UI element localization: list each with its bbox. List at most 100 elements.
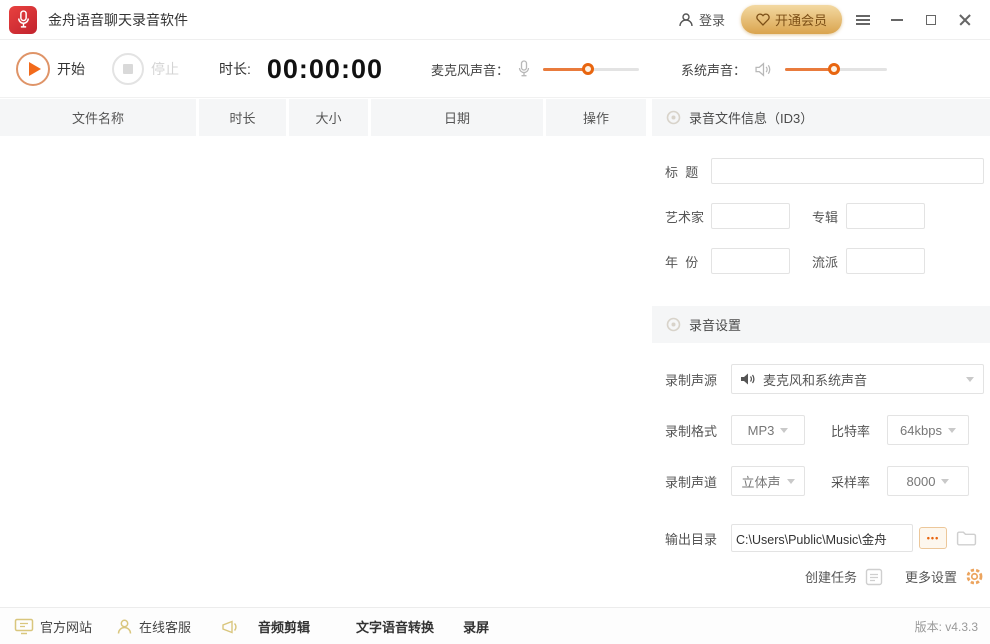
output-dir-label: 输出目录 — [665, 531, 718, 547]
format-value: MP3 — [747, 422, 775, 438]
samplerate-value: 8000 — [906, 473, 936, 489]
chevron-down-icon — [780, 427, 789, 433]
source-dropdown[interactable]: 麦克风和系统声音 — [731, 364, 984, 394]
mic-slider-handle[interactable] — [582, 63, 595, 75]
tts-label: 文字语音转换 — [356, 619, 435, 635]
vip-heart-icon — [756, 13, 770, 26]
col-header-filename: 文件名称 — [0, 99, 196, 136]
year-input[interactable] — [711, 248, 790, 274]
bitrate-label: 比特率 — [831, 423, 871, 439]
app-window: 金舟语音聊天录音软件 登录 开通会员 开始 停止 时长: 00:00:00 麦克… — [0, 0, 990, 644]
title-field-label: 标 题 — [665, 164, 699, 180]
duration-value: 00:00:00 — [266, 53, 383, 84]
genre-field-label: 流派 — [812, 254, 839, 270]
official-website-link[interactable]: 官方网站 — [14, 617, 92, 636]
col-header-action: 操作 — [546, 99, 646, 136]
audio-edit-label: 音频剪辑 — [258, 619, 311, 635]
samplerate-label: 采样率 — [831, 474, 871, 490]
stop-label: 停止 — [151, 61, 179, 77]
system-slider-handle[interactable] — [827, 63, 840, 75]
artist-field-label: 艺术家 — [665, 209, 705, 225]
official-website-label: 官方网站 — [40, 619, 93, 635]
app-title: 金舟语音聊天录音软件 — [48, 11, 188, 28]
play-icon — [16, 52, 50, 86]
login-label: 登录 — [698, 13, 725, 28]
album-field-label: 专辑 — [812, 209, 839, 225]
settings-section-header: 录音设置 — [652, 306, 990, 343]
chevron-down-icon — [941, 478, 950, 484]
customer-service-icon — [117, 619, 132, 634]
source-value: 麦克风和系统声音 — [763, 372, 868, 388]
recordings-table: 文件名称 时长 大小 日期 操作 — [0, 99, 646, 607]
col-header-date: 日期 — [371, 99, 543, 136]
online-support-label: 在线客服 — [139, 619, 192, 635]
artist-input[interactable] — [711, 203, 790, 229]
vip-button[interactable]: 开通会员 — [740, 5, 842, 34]
mic-volume-slider[interactable] — [543, 63, 639, 75]
system-volume-slider[interactable] — [785, 63, 888, 75]
horn-icon — [222, 619, 237, 634]
settings-disc-icon — [666, 317, 681, 332]
col-header-size: 大小 — [289, 99, 368, 136]
gear-icon[interactable] — [965, 567, 984, 586]
mic-logo-icon — [17, 10, 29, 28]
col-header-duration: 时长 — [199, 99, 286, 136]
system-volume-label: 系统声音： — [681, 62, 747, 78]
menu-button[interactable] — [850, 7, 876, 33]
speaker-icon — [755, 61, 772, 77]
speaker-small-icon — [741, 373, 755, 385]
monitor-icon — [14, 618, 34, 634]
person-icon — [679, 12, 693, 26]
samplerate-dropdown[interactable]: 8000 — [887, 466, 969, 496]
bitrate-dropdown[interactable]: 64kbps — [887, 415, 969, 445]
channel-dropdown[interactable]: 立体声 — [731, 466, 805, 496]
id3-section-title: 录音文件信息（ID3） — [689, 111, 814, 126]
bitrate-value: 64kbps — [900, 422, 942, 438]
close-button[interactable] — [952, 7, 978, 33]
maximize-icon — [926, 14, 936, 25]
right-panel: 录音文件信息（ID3） 标 题 艺术家 专辑 年 份 流派 录音设置 录制声源 … — [652, 99, 990, 607]
duration-label: 时长: — [219, 61, 251, 77]
tts-link[interactable]: 文字语音转换 — [356, 617, 434, 636]
start-label: 开始 — [57, 61, 85, 77]
close-icon — [959, 14, 971, 26]
settings-section-title: 录音设置 — [689, 318, 742, 333]
audio-edit-link[interactable]: 音频剪辑 — [258, 617, 310, 636]
chevron-down-icon — [947, 427, 956, 433]
minimize-icon — [891, 18, 903, 21]
start-record-button[interactable]: 开始 — [0, 52, 85, 86]
browse-button[interactable]: ••• — [919, 527, 947, 549]
title-input[interactable] — [711, 158, 984, 184]
id3-section-header: 录音文件信息（ID3） — [652, 99, 990, 136]
online-support-link[interactable]: 在线客服 — [116, 617, 191, 636]
album-input[interactable] — [846, 203, 925, 229]
source-label: 录制声源 — [665, 372, 718, 388]
more-settings-link[interactable]: 更多设置 — [905, 567, 957, 586]
vip-label: 开通会员 — [774, 13, 827, 28]
screen-record-link[interactable]: 录屏 — [463, 617, 489, 636]
maximize-button[interactable] — [918, 7, 944, 33]
footer-bar: 官方网站 在线客服 音频剪辑 文字语音转换 录屏 版本: v4.3.3 — [0, 607, 990, 644]
promo-horn[interactable] — [221, 618, 239, 635]
table-header-row: 文件名称 时长 大小 日期 操作 — [0, 99, 646, 136]
format-label: 录制格式 — [665, 423, 718, 439]
create-task-link[interactable]: 创建任务 — [805, 567, 857, 586]
channel-label: 录制声道 — [665, 474, 718, 490]
genre-input[interactable] — [846, 248, 925, 274]
minimize-button[interactable] — [884, 7, 910, 33]
year-field-label: 年 份 — [665, 254, 699, 270]
open-folder-button[interactable] — [956, 530, 977, 547]
task-list-icon[interactable] — [865, 568, 883, 586]
version-label: 版本: v4.3.3 — [914, 619, 978, 634]
titlebar-controls: 登录 开通会员 — [678, 5, 990, 34]
format-dropdown[interactable]: MP3 — [731, 415, 805, 445]
microphone-icon — [518, 60, 530, 78]
screen-record-label: 录屏 — [463, 619, 490, 635]
login-button[interactable]: 登录 — [678, 10, 725, 29]
file-list-empty — [0, 136, 646, 607]
mic-volume-label: 麦克风声音： — [430, 62, 509, 78]
output-dir-input[interactable] — [731, 524, 913, 552]
chevron-down-icon — [786, 478, 795, 484]
stop-record-button[interactable]: 停止 — [85, 53, 179, 85]
record-disc-icon — [666, 110, 681, 125]
